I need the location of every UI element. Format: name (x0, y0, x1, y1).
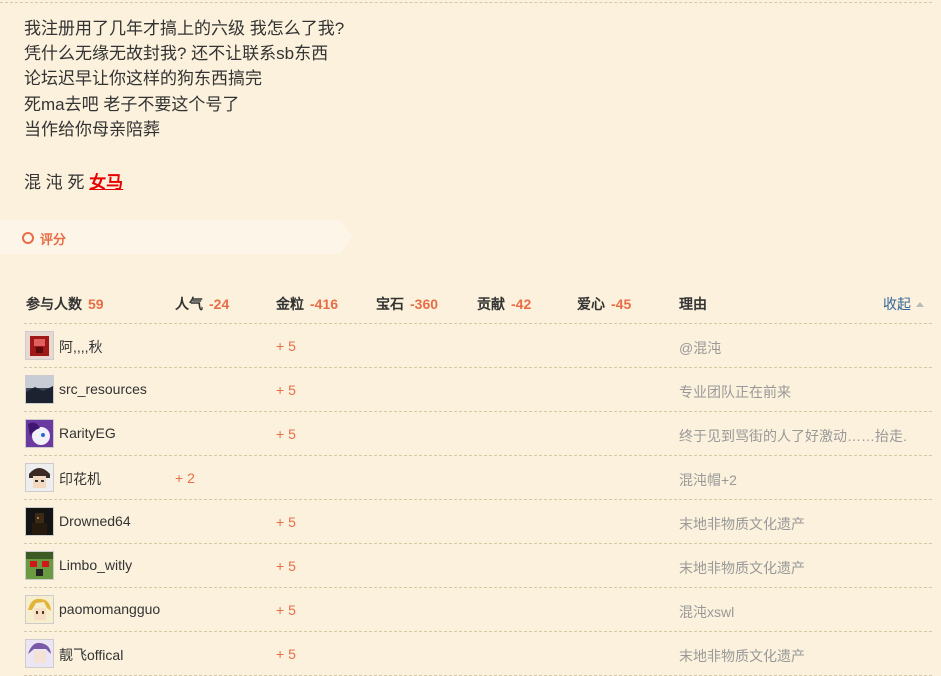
night-landscape-avatar[interactable] (25, 375, 54, 404)
collapse-label: 收起 (883, 296, 911, 312)
username-link[interactable]: paomomangguo (59, 601, 160, 617)
post-line: 死ma去吧 老子不要这个号了 (24, 94, 240, 114)
purple-anime-avatar[interactable] (25, 639, 54, 668)
popularity-header: 人气 -24 (175, 294, 229, 314)
rating-row: 阿,,,,秋 + 5 @混沌 (24, 324, 932, 368)
post-line: 当作给你母亲陪葬 (24, 119, 160, 139)
username-link[interactable]: 印花机 (59, 469, 101, 489)
contribution-header: 贡献 -42 (477, 294, 531, 314)
rating-row: src_resources + 5 专业团队正在前来 (24, 368, 932, 412)
gold-value: + 5 (276, 558, 296, 574)
dark-figure-avatar[interactable] (25, 507, 54, 536)
rating-table: 参与人数 59 人气 -24 金粒 -416 宝石 -360 贡献 -42 爱心 -45 理… (24, 282, 932, 676)
rating-header: 参与人数 59 人气 -24 金粒 -416 宝石 -360 贡献 -42 爱心 -45 理… (24, 282, 932, 324)
signature-emphasis: 女马 (89, 173, 124, 192)
popularity-total: -24 (209, 296, 230, 312)
top-divider (0, 2, 932, 3)
username-link[interactable]: Limbo_witly (59, 557, 132, 573)
participants-count: 59 (88, 296, 104, 312)
gold-label: 金粒 (276, 296, 304, 312)
gold-header: 金粒 -416 (276, 294, 338, 314)
post-line: 我注册用了几年才搞上的六级 我怎么了我? (24, 19, 345, 38)
post-line: 凭什么无缘无故封我? 还不让联系sb东西 (24, 44, 329, 64)
gold-value: + 5 (276, 646, 296, 662)
anime-boy-avatar[interactable] (25, 463, 54, 492)
reason-text: 末地非物质文化遗产 (679, 648, 805, 664)
reason-text: 末地非物质文化遗产 (679, 516, 805, 532)
love-total: -45 (611, 296, 632, 312)
gold-value: + 5 (276, 426, 296, 442)
contribution-total: -42 (511, 296, 532, 312)
rating-row: Drowned64 + 5 末地非物质文化遗产 (24, 500, 932, 544)
reason-text: 混沌帽+2 (679, 472, 737, 488)
rate-button[interactable]: 评分 (22, 229, 66, 247)
participants-label: 参与人数 (26, 296, 82, 312)
popularity-value: + 2 (175, 470, 195, 486)
rating-row: Limbo_witly + 5 末地非物质文化遗产 (24, 544, 932, 588)
gold-value: + 5 (276, 514, 296, 530)
caret-up-icon (916, 301, 924, 307)
gold-value: + 5 (276, 338, 296, 354)
username-link[interactable]: Drowned64 (59, 513, 131, 529)
reason-text: 混沌xswl (679, 604, 735, 620)
gold-value: + 5 (276, 382, 296, 398)
love-header: 爱心 -45 (577, 294, 631, 314)
yellow-anime-avatar[interactable] (25, 595, 54, 624)
gem-header: 宝石 -360 (376, 294, 438, 314)
post-line: 论坛迟早让你这样的狗东西搞完 (24, 69, 262, 89)
popularity-label: 人气 (175, 296, 203, 312)
collapse-button[interactable]: 收起 (883, 294, 924, 314)
reason-text: @混沌 (679, 340, 722, 356)
rating-row: RarityEG + 5 终于见到骂街的人了好激动……抬走. (24, 412, 932, 456)
post-signature: 混 沌 死 女马 (24, 168, 123, 193)
rate-button-label: 评分 (40, 231, 67, 247)
rating-row: 印花机 + 2 混沌帽+2 (24, 456, 932, 500)
rating-row: paomomangguo + 5 混沌xswl (24, 588, 932, 632)
green-creeper-avatar[interactable] (25, 551, 54, 580)
gold-total: -416 (310, 296, 339, 312)
gem-label: 宝石 (376, 296, 404, 312)
reason-header: 理由 (679, 296, 707, 312)
love-label: 爱心 (577, 296, 605, 312)
circle-icon (22, 232, 34, 244)
username-link[interactable]: RarityEG (59, 425, 116, 441)
red-figure-avatar[interactable] (25, 331, 54, 360)
signature-text: 混 沌 死 (24, 173, 85, 192)
username-link[interactable]: 阿,,,,秋 (59, 337, 103, 357)
rating-row: 靓飞offical + 5 末地非物质文化遗产 (24, 632, 932, 676)
username-link[interactable]: 靓飞offical (59, 645, 123, 665)
purple-pony-avatar[interactable] (25, 419, 54, 448)
reason-text: 终于见到骂街的人了好激动……抬走. (679, 428, 907, 444)
reason-text: 专业团队正在前来 (679, 384, 791, 400)
contribution-label: 贡献 (477, 296, 505, 312)
participants-header: 参与人数 59 (26, 294, 104, 314)
post-content: 我注册用了几年才搞上的六级 我怎么了我? 凭什么无缘无故封我? 还不让联系sb东… (24, 16, 344, 142)
gem-total: -360 (410, 296, 439, 312)
username-link[interactable]: src_resources (59, 381, 147, 397)
gold-value: + 5 (276, 602, 296, 618)
reason-text: 末地非物质文化遗产 (679, 560, 805, 576)
